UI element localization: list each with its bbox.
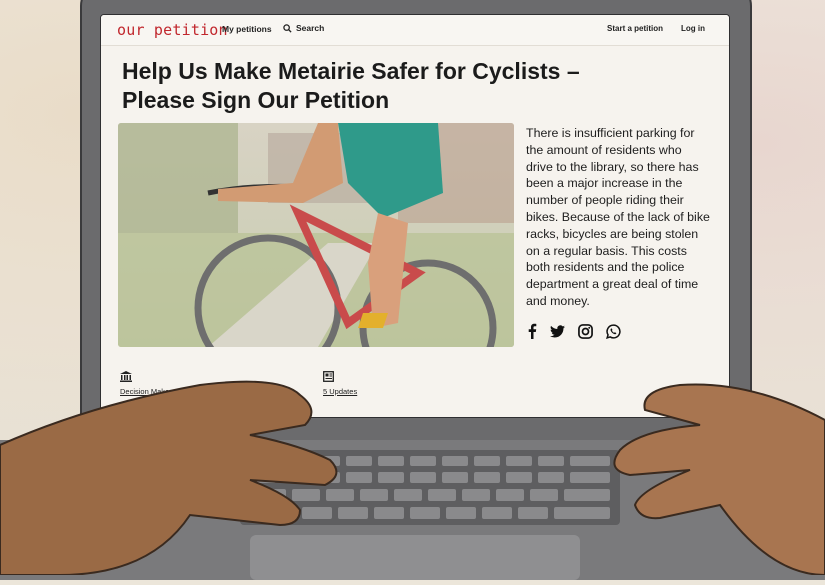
share-bar [527, 323, 621, 339]
nav-my-petitions[interactable]: My petitions [222, 24, 272, 34]
whatsapp-icon[interactable] [606, 323, 621, 339]
title-line-2: Please Sign Our Petition [122, 87, 390, 113]
nav-start-petition[interactable]: Start a petition [607, 24, 663, 33]
cyclist-illustration [118, 123, 514, 347]
site-logo[interactable]: our petition [117, 21, 228, 39]
petition-hero-image [118, 123, 514, 347]
petition-description: There is insufficient parking for the am… [526, 126, 710, 308]
search-icon [283, 23, 292, 33]
instagram-icon[interactable] [578, 323, 593, 339]
top-nav: our petition My petitions Search Start a… [101, 15, 729, 46]
facebook-icon[interactable] [527, 323, 537, 339]
right-hand [613, 383, 825, 575]
petition-title: Help Us Make Metairie Safer for Cyclists… [122, 57, 682, 115]
twitter-icon[interactable] [550, 324, 565, 338]
title-line-1: Help Us Make Metairie Safer for Cyclists… [122, 58, 580, 84]
nav-search[interactable]: Search [283, 23, 324, 33]
nav-search-label: Search [296, 23, 325, 33]
nav-login[interactable]: Log in [681, 24, 705, 33]
left-hand [0, 380, 338, 575]
browser-screen: our petition My petitions Search Start a… [100, 14, 730, 418]
